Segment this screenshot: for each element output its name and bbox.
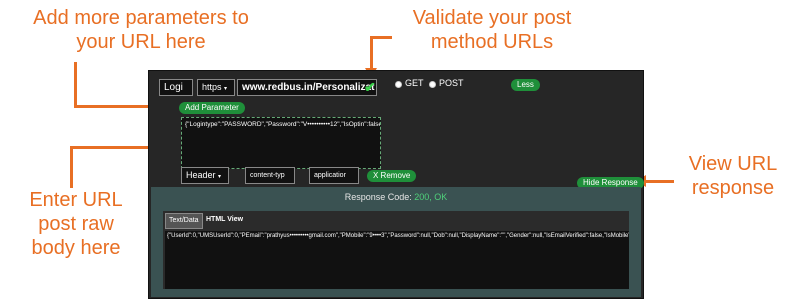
response-code-label: Response Code: <box>344 192 412 202</box>
annotation-add-parameters: Add more parameters to your URL here <box>33 7 249 53</box>
add-parameter-button[interactable]: Add Parameter <box>179 102 245 114</box>
header-select-label: Header <box>186 170 216 180</box>
method-get-label: GET <box>405 78 424 88</box>
annotation-view-response: View URL response <box>688 153 778 199</box>
response-area: Response Code: 200, OK Text/Data HTML Vi… <box>151 187 641 297</box>
dropdown-icon: ▾ <box>218 174 222 180</box>
request-name-input[interactable]: Logi <box>159 79 193 96</box>
arrow-body <box>70 146 73 188</box>
tab-text-data[interactable]: Text/Data <box>165 213 203 229</box>
checkmark-icon[interactable]: ✔ <box>364 80 376 94</box>
post-body-editor[interactable]: {"Logintype":"PASSWORD","Password":"V•••… <box>181 117 381 169</box>
annotation-post-body: Enter URL post raw body here <box>29 189 123 259</box>
remove-header-button[interactable]: X Remove <box>367 170 417 182</box>
response-box: Text/Data HTML View {"UserId":0,"UMSUser… <box>163 211 629 289</box>
protocol-select[interactable]: https ▾ <box>197 79 235 96</box>
url-input[interactable]: www.redbus.in/Personalizat <box>237 79 377 96</box>
request-panel: Logi https ▾ www.redbus.in/Personalizat … <box>148 70 644 299</box>
header-key-input[interactable]: content-typ <box>245 167 295 184</box>
response-code: Response Code: 200, OK <box>151 191 641 203</box>
dropdown-icon: ▾ <box>224 86 228 92</box>
header-select[interactable]: Header ▾ <box>181 167 229 184</box>
response-code-value: 200, OK <box>414 192 448 202</box>
method-get-radio[interactable] <box>395 81 402 88</box>
less-button[interactable]: Less <box>511 79 540 91</box>
arrow-params <box>74 62 77 108</box>
tab-html-view[interactable]: HTML View <box>203 213 246 227</box>
header-value-input[interactable]: applicatior <box>309 167 359 184</box>
arrow-validate-h <box>370 36 392 39</box>
response-body: {"UserId":0,"UMSUserId":0,"PEmail":"prat… <box>165 231 629 289</box>
method-post-radio[interactable] <box>429 81 436 88</box>
arrow-validate <box>370 36 373 70</box>
arrow-response <box>646 180 674 183</box>
annotation-validate: Validate your post method URLs <box>412 7 572 53</box>
protocol-label: https <box>202 82 222 92</box>
method-post-label: POST <box>439 78 464 88</box>
